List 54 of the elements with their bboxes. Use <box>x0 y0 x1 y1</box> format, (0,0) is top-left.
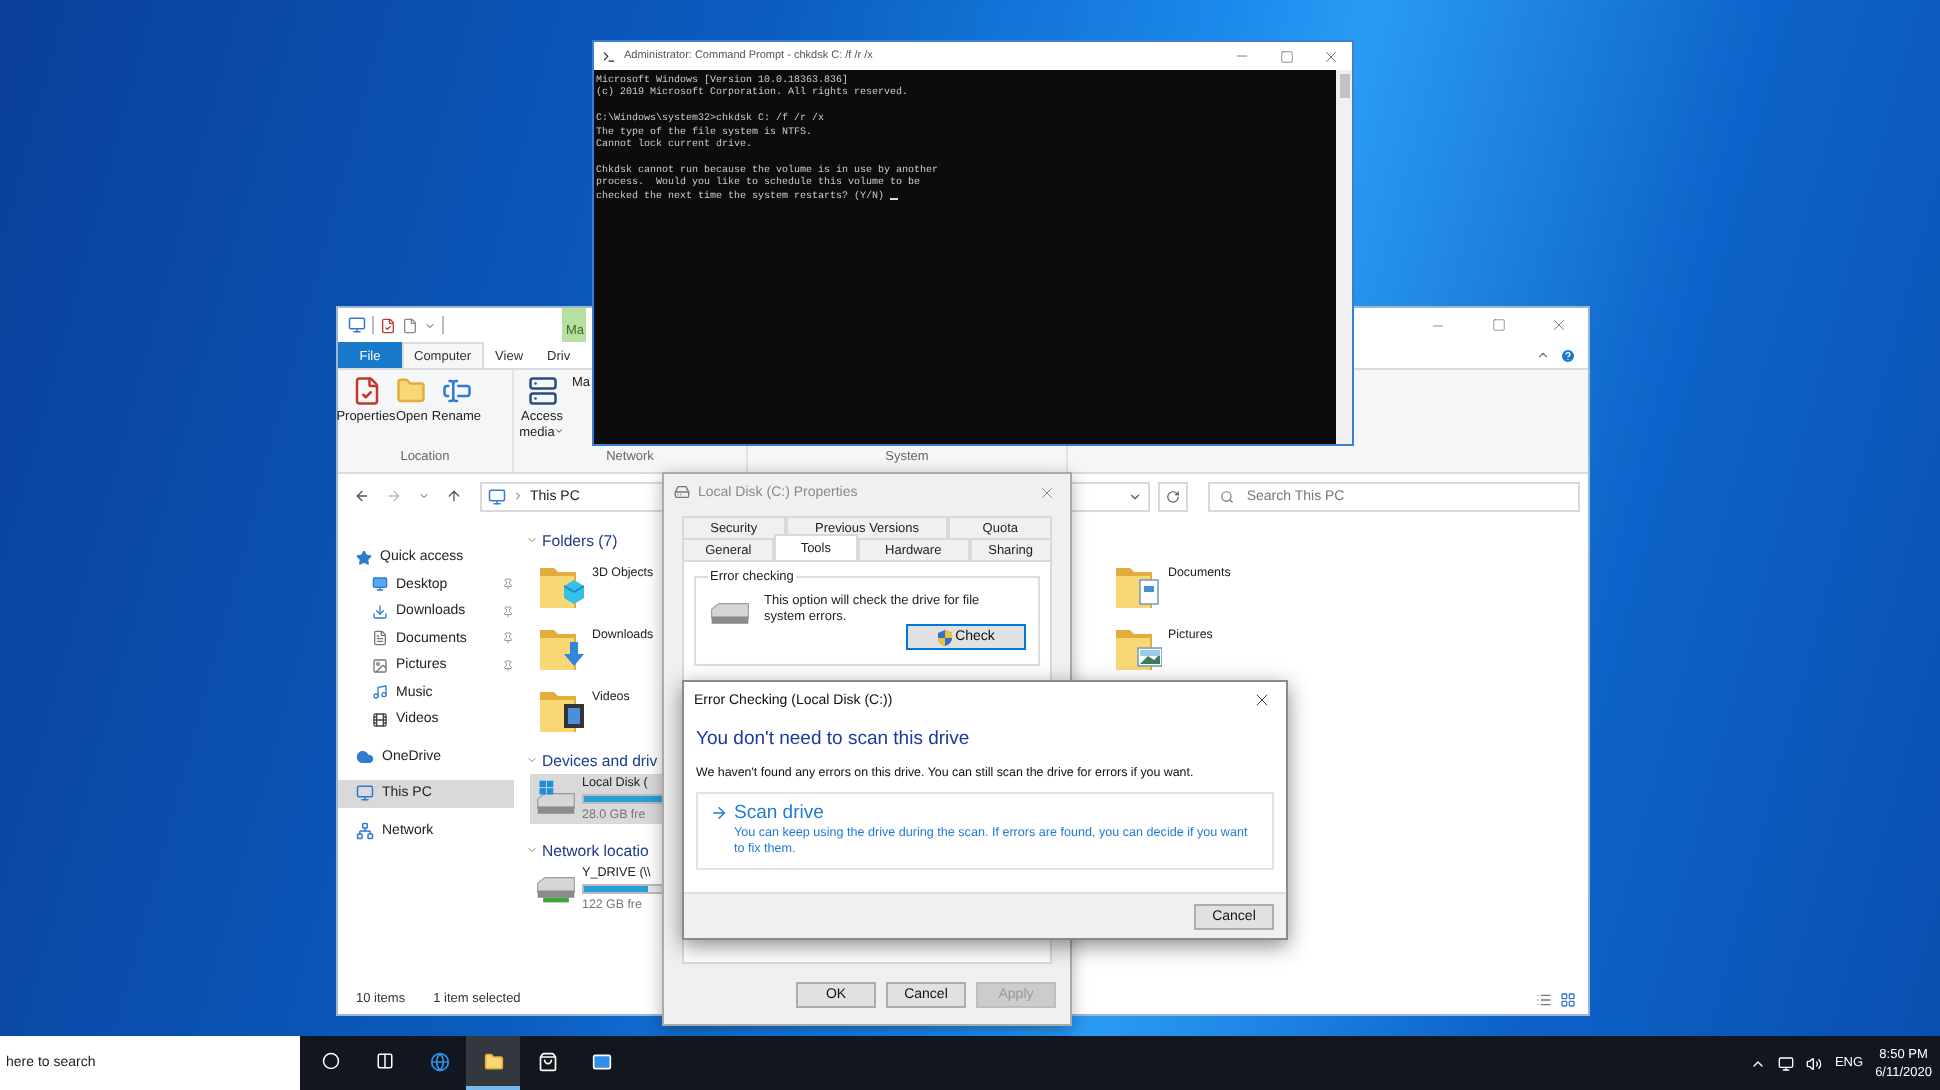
document-icon[interactable] <box>402 317 418 333</box>
network-icon <box>356 821 374 840</box>
help-icon[interactable] <box>1560 347 1576 363</box>
recent-locations-button[interactable] <box>414 490 434 502</box>
monitor-icon <box>348 316 366 334</box>
maximize-icon <box>1491 318 1505 332</box>
text-cursor <box>890 197 899 201</box>
drive-icon <box>534 875 578 903</box>
monitor-icon <box>372 576 388 593</box>
server-icon <box>527 376 557 406</box>
star-icon <box>356 549 372 566</box>
text-cursor-icon <box>441 376 472 406</box>
document-check-icon <box>351 376 381 406</box>
image-icon <box>372 657 388 674</box>
maximize-icon <box>1279 49 1293 63</box>
drive-icon <box>534 779 578 819</box>
folder-icon <box>396 376 427 406</box>
monitor-icon <box>356 784 374 803</box>
refresh-icon <box>1166 489 1181 503</box>
close-icon <box>1252 690 1272 710</box>
collapse-icon[interactable] <box>1536 348 1550 362</box>
download-icon <box>372 603 388 620</box>
taskbar-button[interactable] <box>466 1036 520 1090</box>
close-icon <box>1037 483 1055 501</box>
task-view-icon <box>376 1052 394 1070</box>
volume-icon[interactable] <box>1806 1055 1823 1071</box>
close-icon <box>1321 47 1339 65</box>
shield-icon <box>937 629 952 645</box>
document-check-icon[interactable] <box>380 317 396 333</box>
drive-icon <box>708 602 752 630</box>
cloud-icon <box>356 747 374 766</box>
folder-icon <box>483 1051 503 1071</box>
chevron-icon <box>512 490 524 502</box>
close-icon <box>1549 316 1567 334</box>
caret-icon <box>554 425 565 435</box>
music-icon <box>372 684 388 701</box>
mail-icon <box>591 1051 611 1071</box>
refresh-button[interactable] <box>1157 481 1189 511</box>
monitor-icon <box>488 487 506 505</box>
document-icon <box>372 630 388 647</box>
shopping-bag-icon <box>537 1051 557 1071</box>
network-icon[interactable] <box>1778 1055 1795 1071</box>
globe-icon <box>429 1051 449 1071</box>
dialog-heading: You don't need to scan this drive <box>696 728 972 750</box>
film-icon <box>372 711 388 728</box>
arrow-icon <box>710 804 728 822</box>
search-icon <box>1220 489 1235 503</box>
tiles-view-icon[interactable] <box>1560 991 1576 1007</box>
drive-icon <box>674 484 690 500</box>
details-view-icon[interactable] <box>1536 991 1552 1007</box>
caret-icon[interactable] <box>424 319 436 331</box>
dropdown-icon[interactable] <box>1127 489 1142 503</box>
terminal-icon <box>602 49 616 63</box>
circle-icon <box>322 1052 340 1070</box>
